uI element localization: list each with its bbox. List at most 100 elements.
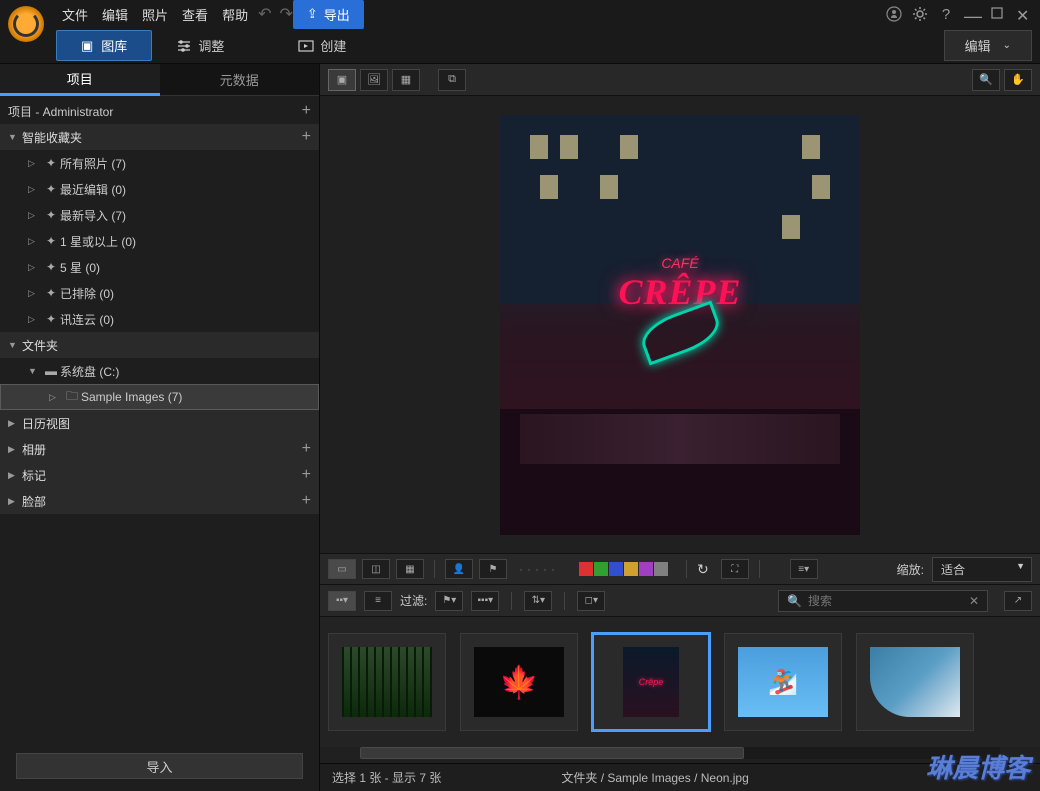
thumb-size-large-icon[interactable]: ▪▪▾ — [328, 591, 356, 611]
view-image-icon[interactable]: 🖼 — [360, 69, 388, 91]
content-area: ▣ 🖼 ▦ ⧉ 🔍 ✋ — [320, 64, 1040, 791]
notification-icon[interactable] — [886, 6, 902, 22]
add-icon[interactable]: + — [302, 102, 311, 120]
smart-icon: ✦ — [42, 208, 60, 222]
caret-right-icon: ▷ — [28, 158, 42, 169]
create-button[interactable]: 创建 — [288, 31, 356, 60]
minimize-icon[interactable]: — — [964, 6, 980, 22]
smart-icon: ✦ — [42, 156, 60, 170]
search-input[interactable] — [808, 594, 963, 608]
tree-root[interactable]: 项目 - Administrator + — [0, 98, 319, 124]
tree-smart-item[interactable]: ▷✦最近编辑 (0) — [0, 176, 319, 202]
tree-smart-item[interactable]: ▷✦已排除 (0) — [0, 280, 319, 306]
tree-calendar[interactable]: ▶ 日历视图 — [0, 410, 319, 436]
redo-icon[interactable]: ↷ — [279, 4, 292, 24]
library-button[interactable]: ▣ 图库 — [56, 30, 152, 61]
dropdown-arrow-icon: ▼ — [1016, 561, 1025, 571]
tab-project[interactable]: 项目 — [0, 64, 160, 96]
thumb-list-icon[interactable]: ≡ — [364, 591, 392, 611]
color-swatch[interactable] — [579, 562, 593, 576]
add-icon[interactable]: + — [302, 466, 311, 484]
zoom-label: 缩放: — [897, 561, 924, 578]
preview-pane[interactable]: CAFÉ CRÊPE — [320, 96, 1040, 553]
filter-color-icon[interactable]: ◻▾ — [577, 591, 605, 611]
color-swatch[interactable] — [654, 562, 668, 576]
tree-sample-images[interactable]: ▷ 🗀 Sample Images (7) — [0, 384, 319, 410]
menu-help[interactable]: 帮助 — [222, 5, 248, 24]
thumbnail-forest[interactable] — [328, 633, 446, 731]
add-icon[interactable]: + — [302, 128, 311, 146]
smart-icon: ✦ — [42, 182, 60, 196]
thumbnail-neon[interactable] — [592, 633, 710, 731]
tree-smart-item[interactable]: ▷✦讯连云 (0) — [0, 306, 319, 332]
undo-icon[interactable]: ↶ — [258, 4, 271, 24]
filter-flag-icon[interactable]: ⚑▾ — [435, 591, 463, 611]
thumbnail-leaf[interactable] — [460, 633, 578, 731]
hand-tool-icon[interactable]: ✋ — [1004, 69, 1032, 91]
close-icon[interactable]: ✕ — [1016, 6, 1032, 22]
view-grid-icon[interactable]: ▦ — [392, 69, 420, 91]
zoom-select[interactable]: 适合 ▼ — [932, 557, 1032, 582]
clear-search-icon[interactable]: ✕ — [969, 594, 979, 608]
crop-icon[interactable]: ⛶ — [721, 559, 749, 579]
menu-file[interactable]: 文件 — [62, 5, 88, 24]
tree-smart-collections[interactable]: ▼ 智能收藏夹 + — [0, 124, 319, 150]
thumbnail-strip — [320, 617, 1040, 747]
tree-smart-item[interactable]: ▷✦5 星 (0) — [0, 254, 319, 280]
status-bar: 选择 1 张 - 显示 7 张 文件夹 / Sample Images / Ne… — [320, 763, 1040, 791]
thumbnail-wave[interactable] — [856, 633, 974, 731]
layout-grid-icon[interactable]: ▦ — [396, 559, 424, 579]
search-box[interactable]: 🔍 ✕ — [778, 590, 988, 612]
edit-dropdown[interactable]: 编辑 ⌄ — [944, 30, 1032, 61]
thumbnail-scrollbar[interactable] — [360, 747, 1000, 759]
face-tag-icon[interactable]: 👤 — [445, 559, 473, 579]
color-swatch[interactable] — [594, 562, 608, 576]
tree-face[interactable]: ▶ 脸部 + — [0, 488, 319, 514]
view-single-icon[interactable]: ▣ — [328, 69, 356, 91]
view-compare-icon[interactable]: ⧉ — [438, 69, 466, 91]
create-icon — [298, 39, 314, 53]
filter-sort-icon[interactable]: ⇅▾ — [524, 591, 552, 611]
color-swatch[interactable] — [609, 562, 623, 576]
caret-right-icon: ▷ — [28, 210, 42, 221]
export-button[interactable]: ⇪ 导出 — [293, 0, 364, 29]
smart-icon: ✦ — [42, 312, 60, 326]
main-menu: 文件 编辑 照片 查看 帮助 — [62, 5, 248, 24]
caret-right-icon: ▶ — [8, 418, 22, 429]
thumbnail-ski[interactable] — [724, 633, 842, 731]
tree-smart-item[interactable]: ▷✦所有照片 (7) — [0, 150, 319, 176]
middle-toolbar: ▭ ◫ ▦ 👤 ⚑ ····· ↻ ⛶ ≡▾ 缩放: 适合 ▼ — [320, 553, 1040, 585]
tree-smart-item[interactable]: ▷✦最新导入 (7) — [0, 202, 319, 228]
tree-album[interactable]: ▶ 相册 + — [0, 436, 319, 462]
layout-split-icon[interactable]: ◫ — [362, 559, 390, 579]
filter-toolbar: ▪▪▾ ≡ 过滤: ⚑▾ ▪▪▪▾ ⇅▾ ◻▾ 🔍 ✕ ↗ — [320, 585, 1040, 617]
menu-photo[interactable]: 照片 — [142, 5, 168, 24]
tree-smart-item[interactable]: ▷✦1 星或以上 (0) — [0, 228, 319, 254]
tree-system-disk[interactable]: ▼ ▬ 系统盘 (C:) — [0, 358, 319, 384]
rating-dots[interactable]: ····· — [519, 562, 559, 576]
add-icon[interactable]: + — [302, 440, 311, 458]
import-button[interactable]: 导入 — [16, 753, 303, 779]
adjust-button[interactable]: 调整 — [166, 31, 234, 60]
filter-star-icon[interactable]: ▪▪▪▾ — [471, 591, 499, 611]
flag-icon[interactable]: ⚑ — [479, 559, 507, 579]
menu-edit[interactable]: 编辑 — [102, 5, 128, 24]
rotate-icon[interactable]: ↻ — [697, 561, 709, 578]
layout-single-icon[interactable]: ▭ — [328, 559, 356, 579]
maximize-icon[interactable] — [990, 6, 1006, 22]
help-icon[interactable]: ? — [938, 6, 954, 22]
sort-icon[interactable]: ≡▾ — [790, 559, 818, 579]
tree-tag[interactable]: ▶ 标记 + — [0, 462, 319, 488]
menu-view[interactable]: 查看 — [182, 5, 208, 24]
tab-metadata[interactable]: 元数据 — [160, 64, 320, 96]
color-swatch[interactable] — [639, 562, 653, 576]
tree-folders[interactable]: ▼ 文件夹 — [0, 332, 319, 358]
external-open-icon[interactable]: ↗ — [1004, 591, 1032, 611]
preview-image: CAFÉ CRÊPE — [500, 115, 860, 535]
color-swatch[interactable] — [624, 562, 638, 576]
settings-icon[interactable] — [912, 6, 928, 22]
app-logo[interactable] — [8, 6, 44, 42]
zoom-tool-icon[interactable]: 🔍 — [972, 69, 1000, 91]
filter-label: 过滤: — [400, 592, 427, 609]
add-icon[interactable]: + — [302, 492, 311, 510]
